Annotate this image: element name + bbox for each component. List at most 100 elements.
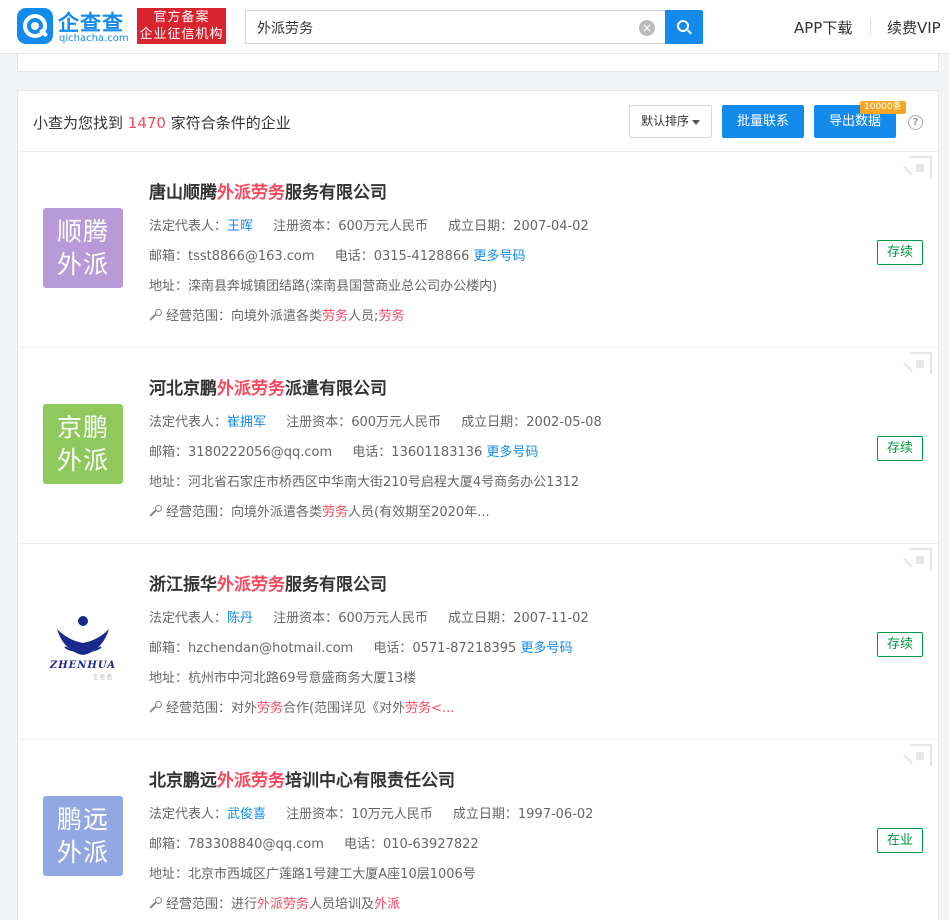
legal-rep-link[interactable]: 武俊喜	[227, 807, 266, 822]
found-date-value: 1997-06-02	[517, 807, 594, 822]
reg-capital-value: 600万元人民币	[338, 219, 429, 234]
company-row[interactable]: 鹏远 外派 北京鹏远外派劳务培训中心有限责任公司 法定代表人：武俊喜 注册资本：…	[18, 740, 938, 920]
more-phone-link[interactable]: 更多号码	[520, 641, 572, 656]
company-name[interactable]: 北京鹏远外派劳务培训中心有限责任公司	[149, 766, 455, 791]
batch-contact-button[interactable]: 批量联系	[722, 105, 804, 138]
address-label: 地址：	[149, 671, 189, 686]
scope-label: 经营范围：	[166, 897, 232, 912]
scope-highlight: <...	[431, 701, 455, 716]
scope-highlight: 劳务	[322, 309, 349, 324]
name-part: 河北京鹏	[149, 379, 217, 399]
reg-capital-label: 注册资本：	[286, 807, 352, 822]
name-part: 浙江振华	[149, 575, 217, 595]
sort-dropdown[interactable]: 默认排序	[629, 105, 712, 138]
logo-icon	[17, 8, 53, 44]
company-scope: 经营范围：对外劳务合作(范围详见《对外劳务<...	[149, 697, 454, 716]
company-name[interactable]: 唐山顺腾外派劳务服务有限公司	[149, 178, 387, 203]
address-value: 北京市西城区广莲路1号建工大厦A座10层1006号	[188, 867, 476, 882]
company-logo[interactable]: 鹏远 外派	[43, 796, 123, 876]
scope-text: 合作(范围详见《对外	[283, 701, 406, 716]
logo-line-1: 鹏远	[56, 805, 109, 834]
badge-line-2: 企业征信机构	[139, 27, 224, 42]
company-row[interactable]: 京鹏 外派 河北京鹏外派劳务派遣有限公司 法定代表人：崔拥军 注册资本：600万…	[18, 348, 938, 544]
more-phone-link[interactable]: 更多号码	[486, 445, 538, 460]
qr-corner-icon[interactable]	[902, 548, 932, 578]
official-badge[interactable]: 官方备案 企业征信机构	[137, 8, 226, 44]
qr-corner-icon[interactable]	[902, 352, 932, 382]
qr-corner-icon[interactable]	[902, 156, 932, 186]
phone-label: 电话：	[344, 837, 384, 852]
company-meta: 法定代表人：崔拥军 注册资本：600万元人民币 成立日期：2002-05-08	[149, 411, 602, 430]
company-meta: 法定代表人：陈丹 注册资本：600万元人民币 成立日期：2007-11-02	[149, 607, 589, 626]
app-download-link[interactable]: APP下载	[794, 17, 852, 38]
filter-panel	[17, 54, 939, 72]
company-scope: 经营范围：向境外派遣各类劳务人员;劳务	[149, 305, 404, 324]
key-icon	[149, 701, 162, 714]
phone-label: 电话：	[352, 445, 392, 460]
email-value: 3180222056@qq.com	[188, 445, 333, 460]
search-button[interactable]	[665, 10, 703, 44]
status-badge: 存续	[877, 632, 923, 657]
logo-line-2: 外派	[56, 250, 109, 279]
scope-text: 进行	[231, 897, 258, 912]
sort-label: 默认排序	[641, 114, 690, 128]
scope-label: 经营范围：	[166, 505, 232, 520]
found-date-label: 成立日期：	[448, 219, 514, 234]
legal-rep-link[interactable]: 王晖	[227, 219, 253, 234]
status-badge: 存续	[877, 240, 923, 265]
company-logo[interactable]: ZHENHUA 企查查	[43, 600, 123, 681]
help-icon[interactable]: ?	[908, 115, 923, 130]
reg-capital-value: 600万元人民币	[351, 415, 442, 430]
company-logo[interactable]: 京鹏 外派	[43, 404, 123, 484]
name-part: 唐山顺腾	[149, 183, 217, 203]
phone-label: 电话：	[334, 249, 374, 264]
phone-value: 010-63927822	[383, 837, 479, 852]
key-icon	[149, 897, 162, 910]
key-icon	[149, 505, 162, 518]
search-input[interactable]	[257, 17, 627, 39]
company-address: 地址：杭州市中河北路69号意盛商务大厦13楼	[149, 667, 416, 686]
email-label: 邮箱：	[149, 641, 189, 656]
zhenhua-logo-icon: ZHENHUA 企查查	[49, 616, 115, 681]
qr-corner-icon[interactable]	[902, 744, 932, 774]
legal-rep-label: 法定代表人：	[149, 415, 228, 430]
status-badge: 在业	[877, 828, 923, 853]
site-logo[interactable]: 企查查 qichacha.com	[17, 8, 129, 46]
name-highlight: 外派劳务	[217, 771, 285, 791]
scope-highlight: 劳务	[378, 309, 405, 324]
company-contact: 邮箱：783308840@qq.com 电话：010-63927822	[149, 833, 479, 852]
company-row[interactable]: ZHENHUA 企查查 浙江振华外派劳务服务有限公司 法定代表人：陈丹 注册资本…	[18, 544, 938, 740]
summary-suffix: 家符合条件的企业	[170, 114, 291, 132]
top-header: 企查查 qichacha.com 官方备案 企业征信机构 × APP下载 续费V…	[0, 0, 949, 54]
company-name[interactable]: 浙江振华外派劳务服务有限公司	[149, 570, 387, 595]
address-value: 杭州市中河北路69号意盛商务大厦13楼	[188, 671, 417, 686]
results-count: 1470	[127, 114, 166, 132]
name-part: 派遣有限公司	[285, 379, 387, 399]
legal-rep-label: 法定代表人：	[149, 807, 228, 822]
key-icon	[149, 309, 162, 322]
company-logo[interactable]: 顺腾 外派	[43, 208, 123, 288]
name-highlight: 外派劳务	[217, 575, 285, 595]
clear-icon[interactable]: ×	[639, 20, 655, 36]
legal-rep-link[interactable]: 陈丹	[227, 611, 253, 626]
company-row[interactable]: 顺腾 外派 唐山顺腾外派劳务服务有限公司 法定代表人：王晖 注册资本：600万元…	[18, 152, 938, 348]
address-label: 地址：	[149, 279, 189, 294]
name-highlight: 外派劳务	[217, 379, 285, 399]
caret-down-icon	[692, 120, 700, 125]
found-date-label: 成立日期：	[461, 415, 527, 430]
phone-label: 电话：	[373, 641, 413, 656]
name-part: 服务有限公司	[285, 183, 387, 203]
more-phone-link[interactable]: 更多号码	[474, 249, 526, 264]
company-contact: 邮箱：3180222056@qq.com 电话：13601183136 更多号码	[149, 441, 538, 460]
logo-stamp: 企查查	[92, 673, 113, 681]
email-label: 邮箱：	[149, 837, 189, 852]
company-meta: 法定代表人：王晖 注册资本：600万元人民币 成立日期：2007-04-02	[149, 215, 589, 234]
scope-text: 人员(有效期至2020年...	[348, 505, 490, 520]
logo-line-1: 京鹏	[56, 413, 109, 442]
renew-vip-link[interactable]: 续费VIP	[887, 17, 941, 38]
address-label: 地址：	[149, 475, 189, 490]
legal-rep-link[interactable]: 崔拥军	[227, 415, 266, 430]
scope-highlight: 劳务	[322, 505, 349, 520]
company-name[interactable]: 河北京鹏外派劳务派遣有限公司	[149, 374, 387, 399]
phone-value: 0571-87218395	[412, 641, 517, 656]
